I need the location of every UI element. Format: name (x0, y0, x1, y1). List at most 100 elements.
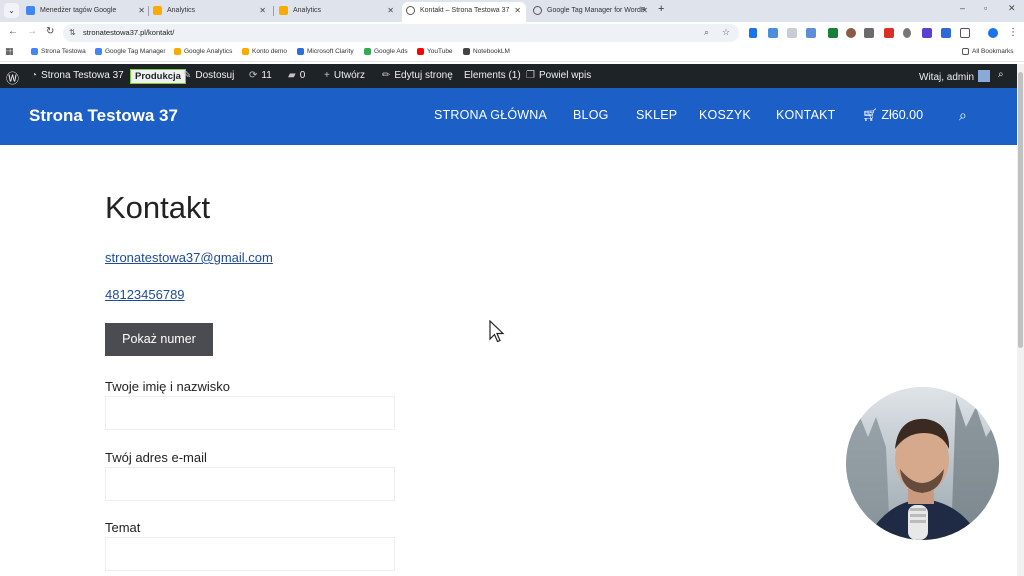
bookmark-item[interactable]: Google Analytics (174, 48, 232, 55)
extension-icon[interactable] (922, 28, 932, 38)
close-tab-icon[interactable]: ✕ (641, 2, 648, 20)
wp-admin-bar: Ⓦ ◔ Strona Testowa 37 Produkcja ✎ Dostosuj… (0, 64, 1017, 88)
close-tab-icon[interactable]: ✕ (514, 2, 521, 20)
nav-home[interactable]: STRONA GŁÓWNA (434, 108, 547, 122)
presenter-video-icon (846, 387, 999, 540)
zoom-icon[interactable]: ⌕ (704, 27, 709, 38)
tab-title: Kontakt – Strona Testowa 37 (420, 7, 510, 14)
globe-icon (533, 6, 542, 15)
extension-icon[interactable] (884, 28, 894, 38)
close-tab-icon[interactable]: ✕ (138, 2, 145, 20)
site-info-icon[interactable]: ⇅ (69, 28, 76, 37)
bookmark-favicon-icon (31, 48, 38, 55)
site-name-label: Strona Testowa 37 (41, 70, 124, 81)
show-number-button[interactable]: Pokaż numer (105, 323, 213, 356)
dashboard-icon: ◔ (31, 70, 38, 81)
search-extension-icon[interactable] (903, 28, 911, 38)
bookmark-favicon-icon (463, 48, 470, 55)
minimize-icon[interactable]: – (960, 3, 965, 13)
close-window-icon[interactable]: ✕ (1008, 3, 1016, 14)
address-bar[interactable]: ⇅ stronatestowa37.pl/kontakt/ ⌕ ☆ (63, 24, 739, 42)
customize-link[interactable]: ✎ Dostosuj (183, 70, 234, 81)
bookmark-label: Google Ads (374, 48, 408, 55)
mouse-cursor-icon (489, 320, 505, 343)
filter-extension-icon[interactable] (749, 28, 757, 38)
bookmark-item[interactable]: Konto demo (242, 48, 287, 55)
bookmark-label: Google Analytics (184, 48, 233, 55)
plus-icon: + (324, 70, 330, 81)
tab-title: Analytics (293, 7, 322, 14)
my-account-link[interactable]: Witaj, admin (919, 70, 991, 83)
bookmark-item[interactable]: Microsoft Clarity (297, 48, 354, 55)
extensions-puzzle-icon[interactable] (960, 28, 970, 38)
comments-link[interactable]: ▰ 0 (288, 70, 305, 81)
bookmark-item[interactable]: Google Tag Manager (95, 48, 166, 55)
new-tab-button[interactable]: + (658, 3, 664, 15)
tab-analytics-1[interactable]: Analytics ✕ (149, 2, 271, 22)
extension-icon[interactable] (864, 28, 874, 38)
bookmarks-bar: ▦ Strona Testowa Google Tag Manager Goog… (0, 44, 1024, 62)
bookmark-item[interactable]: Google Ads (364, 48, 408, 55)
extension-icon[interactable] (846, 28, 856, 38)
name-field[interactable] (105, 396, 395, 430)
tab-search-icon[interactable]: ⌄ (4, 3, 19, 18)
youtube-icon (417, 48, 424, 55)
subject-field[interactable] (105, 537, 395, 571)
close-tab-icon[interactable]: ✕ (387, 2, 394, 20)
nav-contact[interactable]: KONTAKT (776, 108, 836, 122)
site-name-link[interactable]: ◔ Strona Testowa 37 (31, 70, 124, 81)
environment-badge: Produkcja (130, 69, 186, 84)
extension-icon[interactable] (806, 28, 816, 38)
nav-shop[interactable]: SKLEP (636, 108, 677, 122)
scrollbar-thumb[interactable] (1018, 72, 1023, 348)
updates-count: 11 (261, 70, 272, 81)
bookmark-item[interactable]: Strona Testowa (31, 48, 86, 55)
bookmark-favicon-icon (174, 48, 181, 55)
maximize-icon[interactable]: ▫ (984, 3, 987, 13)
updates-link[interactable]: ⟳ 11 (249, 70, 272, 81)
duplicate-link[interactable]: ❐ Powiel wpis (526, 70, 591, 81)
bookmark-label: Konto demo (252, 48, 288, 55)
close-tab-icon[interactable]: ✕ (259, 2, 266, 20)
bookmark-star-icon[interactable]: ☆ (722, 27, 730, 38)
tag-extension-icon[interactable] (768, 28, 778, 38)
phone-link[interactable]: 48123456789 (105, 287, 185, 302)
cart-total-link[interactable]: 🛒︎ Zł60.00 (862, 108, 923, 123)
elements-link[interactable]: Elements (1) (464, 70, 521, 81)
tab-title: Analytics (167, 7, 196, 14)
browser-menu-icon[interactable]: ⋮ (1008, 27, 1018, 38)
site-title[interactable]: Strona Testowa 37 (29, 106, 178, 126)
extension-icon[interactable] (787, 28, 797, 38)
email-link[interactable]: stronatestowa37@gmail.com (105, 250, 273, 265)
comments-count: 0 (299, 70, 306, 81)
forward-icon[interactable]: → (27, 26, 37, 37)
wordpress-logo-icon[interactable]: Ⓦ (6, 68, 19, 87)
apps-grid-icon[interactable]: ▦ (5, 46, 14, 57)
tab-analytics-2[interactable]: Analytics ✕ (275, 2, 399, 22)
tab-kontakt[interactable]: Kontakt – Strona Testowa 37 ✕ (402, 2, 526, 22)
updates-icon: ⟳ (249, 70, 258, 81)
tab-title: Menedżer tagów Google (40, 7, 117, 14)
analytics-favicon-icon (279, 6, 288, 15)
page-scrollbar[interactable] (1017, 64, 1024, 576)
all-bookmarks-folder[interactable]: All Bookmarks (962, 48, 1014, 55)
edit-page-link[interactable]: ✏ Edytuj stronę (382, 70, 453, 81)
tab-gtm[interactable]: Menedżer tagów Google ✕ (22, 2, 150, 22)
cart-icon: 🛒︎ (862, 108, 878, 122)
bookmark-item[interactable]: YouTube (417, 48, 453, 55)
pencil-icon: ✏ (382, 70, 391, 81)
bookmark-item[interactable]: NotebookLM (463, 48, 510, 55)
search-icon[interactable]: ⌕ (959, 107, 967, 124)
nav-blog[interactable]: BLOG (573, 108, 609, 122)
email-field[interactable] (105, 467, 395, 501)
nav-cart[interactable]: KOSZYK (699, 108, 751, 122)
tab-gtm-wordpress[interactable]: Google Tag Manager for WordP ✕ (529, 2, 653, 22)
admin-search-icon[interactable]: ⌕ (998, 69, 1004, 80)
bookmark-favicon-icon (242, 48, 249, 55)
extension-icon[interactable] (828, 28, 838, 38)
back-icon[interactable]: ← (8, 26, 18, 37)
new-content-link[interactable]: + Utwórz (324, 70, 365, 81)
reload-icon[interactable]: ↻ (46, 26, 54, 37)
extension-icon[interactable] (941, 28, 951, 38)
profile-icon[interactable] (988, 28, 998, 38)
